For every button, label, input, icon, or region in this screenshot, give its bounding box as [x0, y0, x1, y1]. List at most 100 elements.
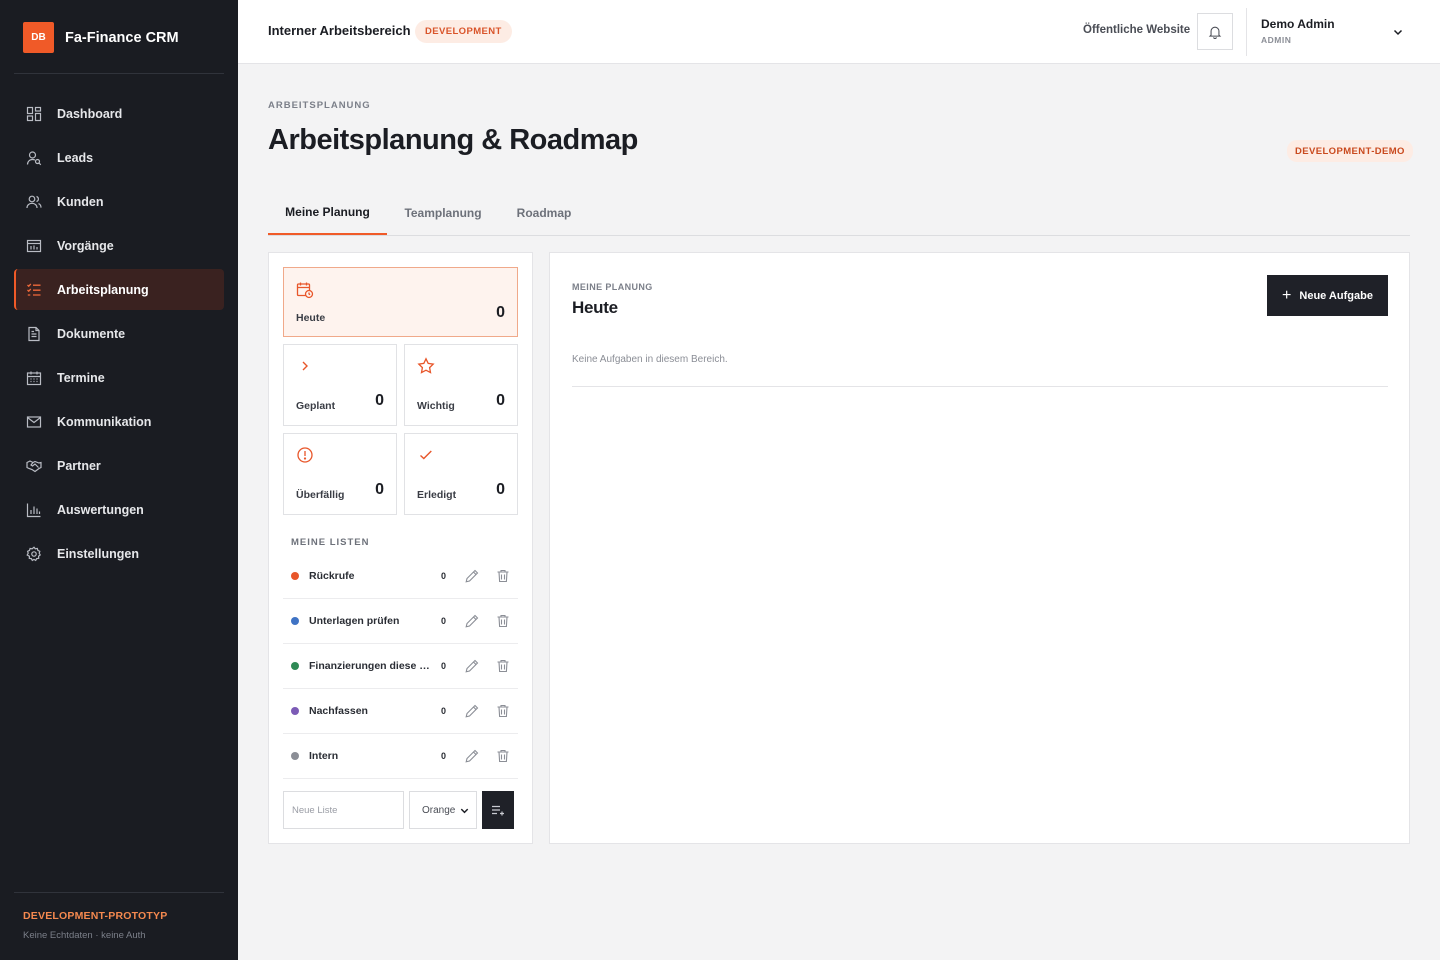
list-count: 0	[441, 661, 447, 671]
trash-icon[interactable]	[496, 614, 510, 628]
panel-eyebrow: MEINE PLANUNG	[572, 282, 653, 292]
sidebar-item-dokumente[interactable]: Dokumente	[14, 313, 224, 354]
workspace-title: Interner Arbeitsbereich	[268, 23, 411, 38]
tab-roadmap[interactable]: Roadmap	[504, 190, 584, 235]
stat-label: Erledigt	[417, 489, 457, 501]
document-icon	[28, 326, 40, 341]
brand-logo: DB	[23, 22, 54, 53]
plus-icon: +	[1282, 286, 1292, 304]
new-task-label: Neue Aufgabe	[1299, 289, 1373, 302]
stat-value: 0	[375, 481, 384, 498]
sidebar-item-label: Einstellungen	[57, 546, 139, 561]
stat-value: 0	[496, 481, 505, 498]
brand[interactable]: DB Fa-Finance CRM	[23, 22, 179, 53]
chevron-right-icon	[302, 361, 308, 371]
sidebar-nav: Dashboard Leads Kunden Vorgänge Arbeitsp…	[14, 93, 224, 577]
trash-icon[interactable]	[496, 749, 510, 763]
sidebar-item-dashboard[interactable]: Dashboard	[14, 93, 224, 134]
stat-value: 0	[375, 392, 384, 409]
pencil-icon[interactable]	[464, 568, 480, 584]
chevron-down-icon[interactable]	[1392, 26, 1404, 38]
stat-label: Wichtig	[417, 400, 455, 412]
notifications-button[interactable]	[1197, 13, 1233, 50]
list-name: Nachfassen	[309, 705, 368, 717]
stat-card-heute[interactable]: Heute 0	[283, 267, 518, 337]
list-name: Intern	[309, 750, 339, 762]
sidebar-item-auswertungen[interactable]: Auswertungen	[14, 489, 224, 530]
sidebar-item-arbeitsplanung[interactable]: Arbeitsplanung	[14, 269, 224, 310]
list-name: Finanzierungen diese Woche	[309, 660, 431, 672]
new-task-button[interactable]: + Neue Aufgabe	[1267, 275, 1388, 316]
stat-card-ueberfaellig[interactable]: Überfällig 0	[283, 433, 397, 515]
dashboard-icon	[26, 106, 42, 121]
list-item[interactable]: Nachfassen 0	[283, 689, 518, 734]
user-name[interactable]: Demo Admin	[1261, 17, 1335, 31]
sidebar-item-kommunikation[interactable]: Kommunikation	[14, 401, 224, 442]
tab-meine-planung[interactable]: Meine Planung	[268, 190, 387, 235]
stat-card-erledigt[interactable]: Erledigt 0	[404, 433, 518, 515]
list-item[interactable]: Intern 0	[283, 734, 518, 779]
checkmark-icon	[420, 450, 432, 460]
panel-title: Heute	[572, 298, 618, 317]
list-count: 0	[441, 751, 447, 761]
list-count: 0	[441, 571, 447, 581]
list-item[interactable]: Rückrufe 0	[283, 554, 518, 599]
star-icon	[417, 357, 435, 374]
stat-card-wichtig[interactable]: Wichtig 0	[404, 344, 518, 426]
pencil-icon[interactable]	[464, 613, 480, 629]
brand-name: Fa-Finance CRM	[65, 29, 179, 46]
calendar-clock-icon	[296, 282, 314, 299]
color-select-value: Orange	[422, 804, 456, 816]
list-count: 0	[441, 706, 447, 716]
stat-label: Überfällig	[296, 489, 345, 501]
add-list-button[interactable]	[482, 791, 514, 829]
sidebar-item-label: Arbeitsplanung	[57, 282, 149, 297]
sidebar-item-einstellungen[interactable]: Einstellungen	[14, 533, 224, 574]
env-footer-subtitle: Keine Echtdaten · keine Auth	[23, 930, 146, 941]
trash-icon[interactable]	[496, 659, 510, 673]
calendar-icon	[26, 371, 42, 385]
list-name: Rückrufe	[309, 570, 355, 582]
list-color-dot	[291, 707, 299, 715]
sidebar-item-kunden[interactable]: Kunden	[14, 181, 224, 222]
tasklist-icon	[27, 283, 41, 296]
sidebar-item-label: Vorgänge	[57, 238, 114, 253]
chevron-down-icon	[459, 805, 470, 816]
stat-card-geplant[interactable]: Geplant 0	[283, 344, 397, 426]
pipeline-icon	[26, 239, 42, 252]
list-item[interactable]: Unterlagen prüfen 0	[283, 599, 518, 644]
list-name: Unterlagen prüfen	[309, 615, 400, 627]
sidebar-item-label: Dokumente	[57, 326, 126, 341]
sidebar-item-label: Termine	[57, 370, 105, 385]
sidebar-item-label: Partner	[57, 458, 101, 473]
tab-bar: Meine Planung Teamplanung Roadmap	[268, 190, 1410, 236]
list-item[interactable]: Finanzierungen diese Woche 0	[283, 644, 518, 689]
tab-teamplanung[interactable]: Teamplanung	[394, 190, 492, 235]
trash-icon[interactable]	[496, 704, 510, 718]
divider	[572, 386, 1388, 387]
list-count: 0	[441, 616, 447, 626]
new-list-input[interactable]	[283, 791, 404, 829]
sidebar-item-leads[interactable]: Leads	[14, 137, 224, 178]
divider	[14, 73, 224, 74]
user-role: ADMIN	[1261, 35, 1292, 45]
trash-icon[interactable]	[496, 569, 510, 583]
empty-state-text: Keine Aufgaben in diesem Bereich.	[572, 354, 728, 365]
stat-value: 0	[496, 304, 505, 321]
public-website-link[interactable]: Öffentliche Website	[1083, 24, 1190, 36]
pencil-icon[interactable]	[464, 658, 480, 674]
pencil-icon[interactable]	[464, 703, 480, 719]
lists-heading: MEINE LISTEN	[291, 537, 370, 548]
sidebar-item-label: Kunden	[57, 194, 104, 209]
sidebar-item-label: Leads	[57, 150, 94, 165]
sidebar-item-termine[interactable]: Termine	[14, 357, 224, 398]
sidebar: DB Fa-Finance CRM Dashboard Leads Kunden…	[0, 0, 238, 960]
sidebar-item-partner[interactable]: Partner	[14, 445, 224, 486]
mail-icon	[26, 415, 42, 428]
sidebar-item-vorgaenge[interactable]: Vorgänge	[14, 225, 224, 266]
list-color-dot	[291, 617, 299, 625]
topbar: Interner Arbeitsbereich DEVELOPMENT Öffe…	[238, 0, 1440, 64]
pencil-icon[interactable]	[464, 748, 480, 764]
list-color-select[interactable]: Orange	[409, 791, 477, 829]
handshake-icon	[26, 459, 42, 472]
